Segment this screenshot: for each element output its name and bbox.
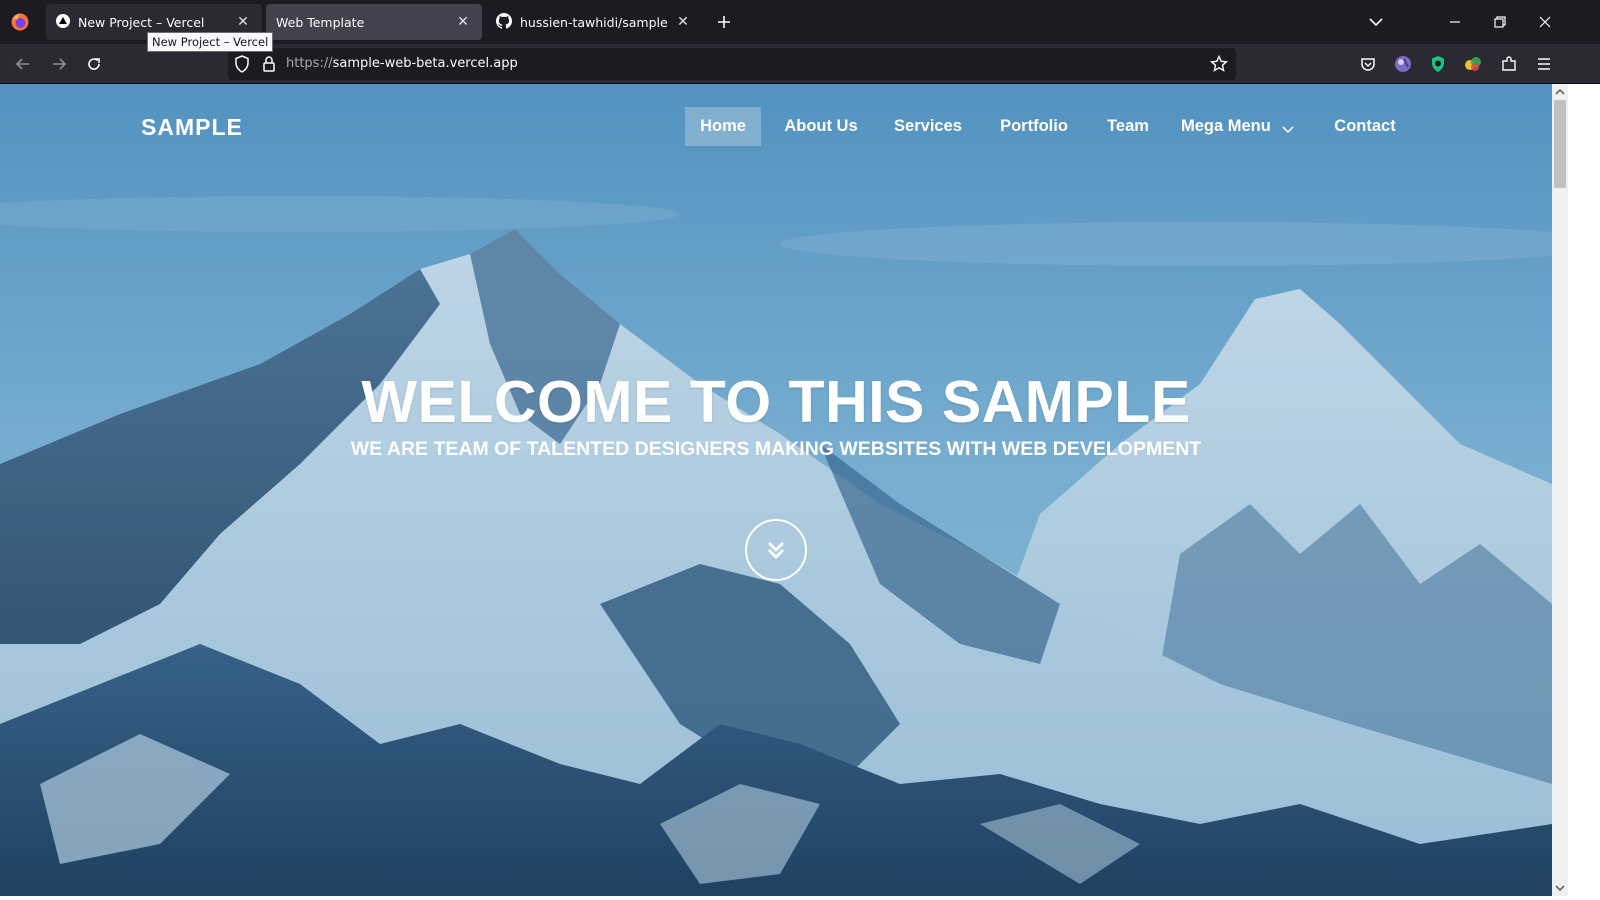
close-window-icon[interactable] [1530,8,1560,36]
url-host: sample-web-beta.vercel.app [332,56,518,71]
tracking-protection-shield-icon[interactable] [234,55,250,77]
list-all-tabs-chevron-icon[interactable] [1364,10,1388,34]
mountain-hero-image [0,84,1552,896]
double-chevron-down-icon [767,541,785,560]
github-icon [496,12,512,32]
tab-title: Web Template [276,14,365,30]
restore-window-icon[interactable] [1485,8,1515,36]
account-avatar-icon[interactable] [1391,52,1415,76]
nav-home[interactable]: Home [685,107,761,146]
bookmark-star-icon[interactable] [1209,54,1229,77]
pocket-icon[interactable] [1356,52,1380,76]
tab-web-template[interactable]: Web Template ✕ [266,4,482,40]
back-arrow-icon[interactable] [9,50,37,78]
nav-team[interactable]: Team [1097,107,1159,146]
url-text[interactable]: https://sample-web-beta.vercel.app [286,56,518,71]
address-bar[interactable]: https://sample-web-beta.vercel.app [228,48,1236,80]
firefox-logo-icon[interactable] [10,12,30,32]
tab-github-sample[interactable]: hussien-tawhidi/sample ✕ [486,4,702,40]
hero-subtitle: WE ARE TEAM OF TALENTED DESIGNERS MAKING… [350,438,1202,460]
nav-about-us[interactable]: About Us [777,107,865,146]
nav-services[interactable]: Services [886,107,970,146]
lock-icon[interactable] [262,55,276,77]
tab-title: New Project – Vercel [78,14,205,30]
nav-portfolio[interactable]: Portfolio [992,107,1076,146]
tab-tooltip: New Project – Vercel [147,32,274,52]
minimize-window-icon[interactable] [1440,8,1470,36]
close-tab-icon[interactable]: ✕ [454,13,472,31]
page-viewport: SAMPLE Home About Us Services Portfolio … [0,84,1552,896]
hamburger-menu-icon[interactable] [1532,52,1556,76]
vercel-triangle-icon [56,13,70,31]
privacy-extension-shield-icon[interactable] [1426,52,1450,76]
window-bottom-edge [0,896,1600,900]
nav-contact[interactable]: Contact [1331,107,1399,146]
scrollbar-thumb[interactable] [1554,100,1566,188]
url-scheme: https:// [286,56,333,71]
nav-mega-menu[interactable]: Mega Menu [1181,107,1277,146]
site-logo[interactable]: SAMPLE [141,114,243,141]
extensions-puzzle-icon[interactable] [1497,52,1521,76]
tab-title: hussien-tawhidi/sample [520,14,668,30]
new-tab-plus-icon[interactable] [712,10,736,34]
chevron-down-icon[interactable] [1282,120,1294,139]
forward-arrow-icon[interactable] [45,50,73,78]
hero-title: WELCOME TO THIS SAMPLE [361,369,1191,435]
vertical-scrollbar[interactable] [1552,84,1568,896]
color-extension-icon[interactable] [1461,52,1485,76]
close-tab-icon[interactable]: ✕ [674,13,692,31]
scroll-down-button[interactable] [745,519,807,581]
reload-icon[interactable] [80,50,108,78]
window-edge [1568,84,1600,900]
scroll-up-arrow-icon[interactable] [1552,84,1568,100]
scroll-down-arrow-icon[interactable] [1552,880,1568,896]
close-tab-icon[interactable]: ✕ [234,13,252,31]
